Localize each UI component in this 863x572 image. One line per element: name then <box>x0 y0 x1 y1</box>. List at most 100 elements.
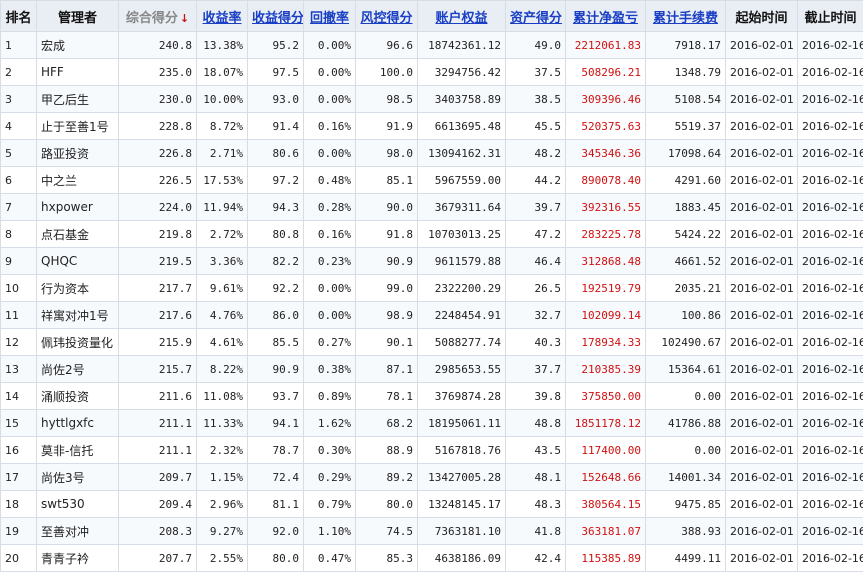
cell-equity: 7363181.10 <box>418 518 506 545</box>
cell-risk-score: 98.9 <box>356 302 418 329</box>
cell-rank: 19 <box>1 518 37 545</box>
cell-equity: 6613695.48 <box>418 113 506 140</box>
cell-net-profit: 520375.63 <box>566 113 646 140</box>
cell-manager: hyttlgxfc <box>37 410 119 437</box>
cell-net-profit: 363181.07 <box>566 518 646 545</box>
cell-drawdown: 0.00% <box>304 59 356 86</box>
cell-score: 226.8 <box>119 140 197 167</box>
cell-drawdown: 0.30% <box>304 437 356 464</box>
cell-manager: 点石基金 <box>37 221 119 248</box>
cell-risk-score: 88.9 <box>356 437 418 464</box>
cell-equity: 2322200.29 <box>418 275 506 302</box>
cell-fees: 5519.37 <box>646 113 726 140</box>
header-rank: 排名 <box>1 1 37 32</box>
cell-net-profit: 380564.15 <box>566 491 646 518</box>
cell-drawdown: 0.00% <box>304 302 356 329</box>
cell-end-date: 2016-02-16 <box>798 59 863 86</box>
cell-equity: 9611579.88 <box>418 248 506 275</box>
cell-net-profit: 117400.00 <box>566 437 646 464</box>
cell-rank: 16 <box>1 437 37 464</box>
table-row: 10行为资本217.79.61%92.20.00%99.02322200.292… <box>1 275 863 302</box>
cell-score: 230.0 <box>119 86 197 113</box>
cell-return: 2.72% <box>197 221 248 248</box>
table-row: 7hxpower224.011.94%94.30.28%90.03679311.… <box>1 194 863 221</box>
header-return-score[interactable]: 收益得分 <box>248 1 304 32</box>
cell-asset-score: 32.7 <box>506 302 566 329</box>
cell-start-date: 2016-02-01 <box>726 248 798 275</box>
cell-return-score: 93.0 <box>248 86 304 113</box>
cell-return-score: 80.0 <box>248 545 304 572</box>
cell-equity: 4638186.09 <box>418 545 506 572</box>
cell-manager: 祥寓对冲1号 <box>37 302 119 329</box>
cell-end-date: 2016-02-16 <box>798 464 863 491</box>
header-drawdown[interactable]: 回撤率 <box>304 1 356 32</box>
cell-manager: 路亚投资 <box>37 140 119 167</box>
cell-score: 228.8 <box>119 113 197 140</box>
table-row: 4止于至善1号228.88.72%91.40.16%91.96613695.48… <box>1 113 863 140</box>
cell-manager: 至善对冲 <box>37 518 119 545</box>
cell-rank: 13 <box>1 356 37 383</box>
cell-start-date: 2016-02-01 <box>726 302 798 329</box>
header-net-profit[interactable]: 累计净盈亏 <box>566 1 646 32</box>
header-equity[interactable]: 账户权益 <box>418 1 506 32</box>
cell-return-score: 72.4 <box>248 464 304 491</box>
cell-return: 11.33% <box>197 410 248 437</box>
cell-asset-score: 46.4 <box>506 248 566 275</box>
header-asset-score[interactable]: 资产得分 <box>506 1 566 32</box>
cell-risk-score: 91.9 <box>356 113 418 140</box>
cell-rank: 4 <box>1 113 37 140</box>
header-return[interactable]: 收益率 <box>197 1 248 32</box>
cell-score: 215.9 <box>119 329 197 356</box>
cell-return-score: 78.7 <box>248 437 304 464</box>
cell-end-date: 2016-02-16 <box>798 545 863 572</box>
cell-return: 9.61% <box>197 275 248 302</box>
table-body: 1宏成240.813.38%95.20.00%96.618742361.1249… <box>1 32 863 572</box>
cell-manager: 涌顺投资 <box>37 383 119 410</box>
cell-fees: 5108.54 <box>646 86 726 113</box>
header-fees[interactable]: 累计手续费 <box>646 1 726 32</box>
cell-end-date: 2016-02-16 <box>798 491 863 518</box>
cell-manager: hxpower <box>37 194 119 221</box>
cell-score: 209.4 <box>119 491 197 518</box>
cell-asset-score: 37.7 <box>506 356 566 383</box>
cell-score: 208.3 <box>119 518 197 545</box>
cell-rank: 14 <box>1 383 37 410</box>
cell-net-profit: 392316.55 <box>566 194 646 221</box>
header-manager: 管理者 <box>37 1 119 32</box>
cell-manager: 莫非-信托 <box>37 437 119 464</box>
cell-asset-score: 41.8 <box>506 518 566 545</box>
header-risk-score[interactable]: 风控得分 <box>356 1 418 32</box>
cell-return: 8.22% <box>197 356 248 383</box>
arrow-down-icon: ↓ <box>180 12 189 25</box>
table-row: 19至善对冲208.39.27%92.01.10%74.57363181.104… <box>1 518 863 545</box>
cell-score: 224.0 <box>119 194 197 221</box>
cell-net-profit: 210385.39 <box>566 356 646 383</box>
cell-risk-score: 80.0 <box>356 491 418 518</box>
cell-risk-score: 68.2 <box>356 410 418 437</box>
cell-return: 11.94% <box>197 194 248 221</box>
cell-return: 8.72% <box>197 113 248 140</box>
cell-start-date: 2016-02-01 <box>726 140 798 167</box>
cell-score: 211.1 <box>119 410 197 437</box>
cell-risk-score: 90.0 <box>356 194 418 221</box>
cell-net-profit: 283225.78 <box>566 221 646 248</box>
cell-drawdown: 0.00% <box>304 140 356 167</box>
cell-end-date: 2016-02-16 <box>798 410 863 437</box>
cell-fees: 1883.45 <box>646 194 726 221</box>
cell-end-date: 2016-02-16 <box>798 329 863 356</box>
cell-score: 240.8 <box>119 32 197 59</box>
cell-score: 211.1 <box>119 437 197 464</box>
cell-start-date: 2016-02-01 <box>726 113 798 140</box>
header-score[interactable]: 综合得分↓ <box>119 1 197 32</box>
cell-score: 219.8 <box>119 221 197 248</box>
cell-return: 13.38% <box>197 32 248 59</box>
cell-end-date: 2016-02-16 <box>798 248 863 275</box>
cell-risk-score: 91.8 <box>356 221 418 248</box>
cell-start-date: 2016-02-01 <box>726 221 798 248</box>
cell-return: 4.76% <box>197 302 248 329</box>
cell-score: 217.7 <box>119 275 197 302</box>
cell-asset-score: 49.0 <box>506 32 566 59</box>
cell-rank: 5 <box>1 140 37 167</box>
cell-start-date: 2016-02-01 <box>726 59 798 86</box>
table-row: 9QHQC219.53.36%82.20.23%90.99611579.8846… <box>1 248 863 275</box>
